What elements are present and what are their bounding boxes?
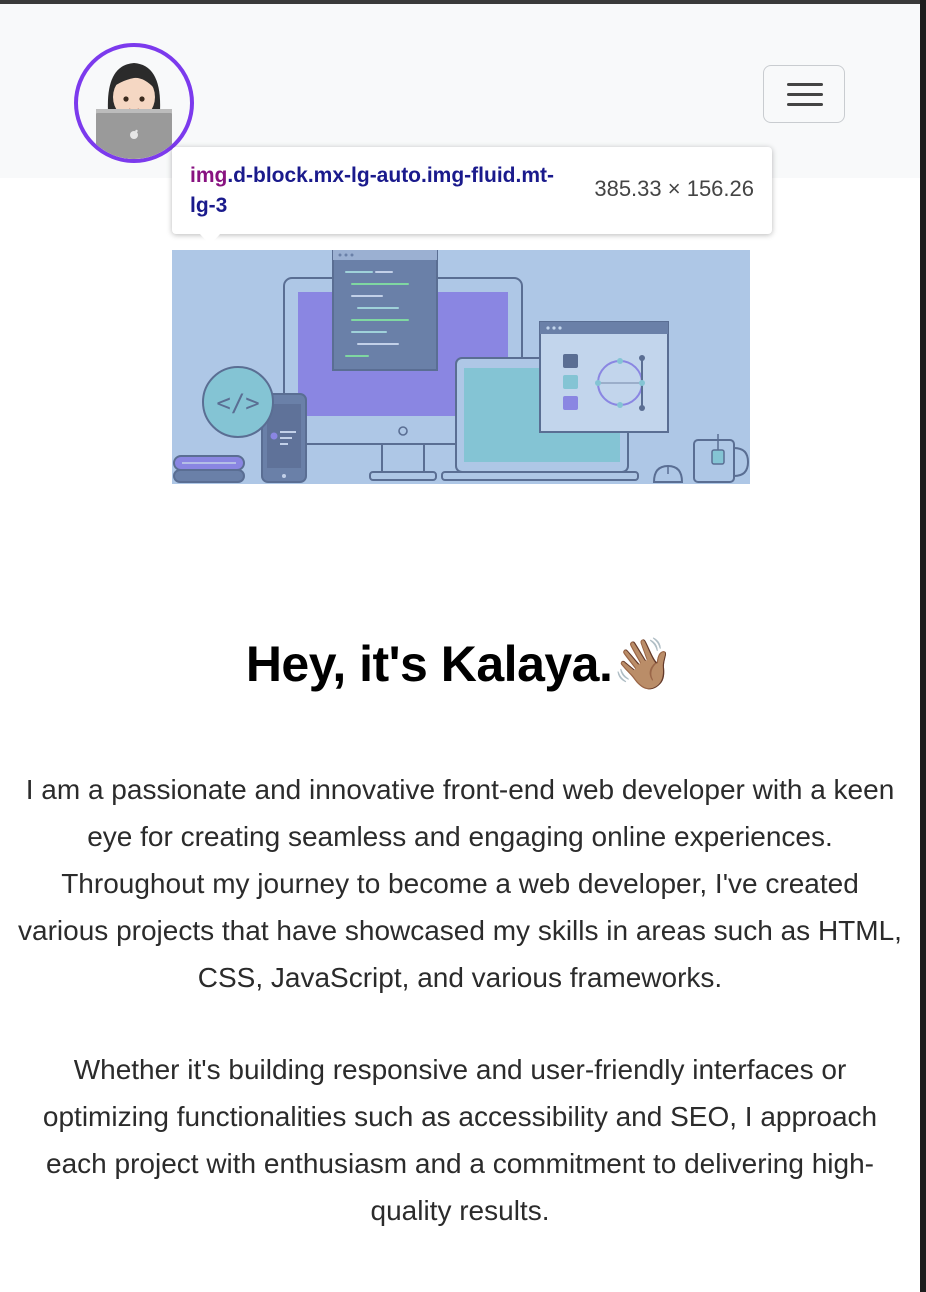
tooltip-arrow	[199, 233, 221, 245]
tooltip-tag: img	[190, 164, 228, 187]
page-title-text: Hey, it's Kalaya.	[245, 636, 613, 692]
web-devices-illustration: </>	[172, 250, 750, 484]
navbar-toggler-button[interactable]	[763, 65, 845, 123]
hamburger-menu-icon-bar-top	[787, 83, 823, 86]
tooltip-classes: .d-block.mx-lg-auto.img-fluid.mt-lg-3	[190, 164, 554, 217]
intro-paragraph-1: I am a passionate and innovative front-e…	[18, 774, 902, 993]
waving-hand-icon: 👋🏽	[612, 636, 675, 692]
tooltip-selector: img.d-block.mx-lg-auto.img-fluid.mt-lg-3	[190, 161, 560, 221]
woman-technologist-icon	[96, 63, 172, 159]
tooltip-size: 385.33 × 156.26	[594, 176, 754, 201]
svg-text:</>: </>	[216, 389, 259, 417]
avatar-link[interactable]	[74, 43, 194, 163]
page-title: Hey, it's Kalaya.👋🏽	[0, 628, 920, 700]
window-right-edge	[920, 0, 926, 1292]
devtools-element-tooltip: img.d-block.mx-lg-auto.img-fluid.mt-lg-3…	[172, 147, 772, 245]
intro-paragraph-2: Whether it's building responsive and use…	[42, 1054, 878, 1226]
hamburger-menu-icon-bar-bottom	[787, 103, 823, 106]
hamburger-menu-icon-bar-middle	[787, 93, 823, 96]
